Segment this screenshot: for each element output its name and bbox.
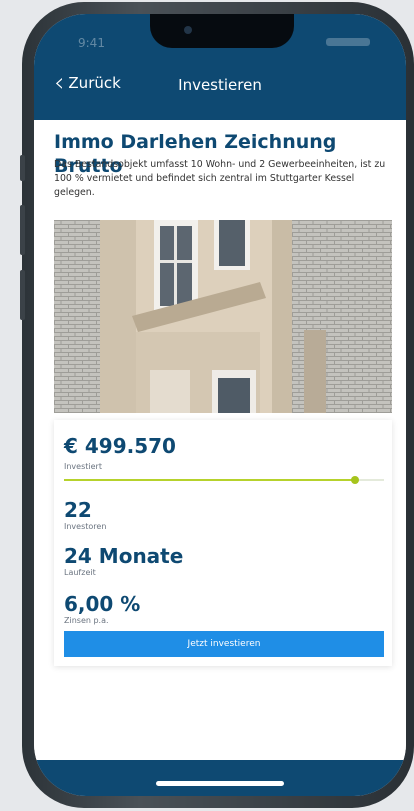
home-indicator[interactable]: [156, 781, 284, 786]
interest-rate: 6,00 %: [64, 592, 141, 616]
invest-now-button[interactable]: Jetzt investieren: [64, 631, 384, 657]
status-time: 9:41: [78, 36, 105, 50]
invested-amount: € 499.570: [64, 434, 176, 458]
mute-switch: [20, 155, 25, 181]
bottom-bar: [34, 760, 406, 796]
investors-count: 22: [64, 498, 92, 522]
duration-value: 24 Monate: [64, 544, 184, 568]
phone-screen: 9:41 ‹ Zurück Investieren Immo Darlehen …: [34, 14, 406, 796]
duration-label: Laufzeit: [64, 568, 96, 577]
interest-label: Zinsen p.a.: [64, 616, 109, 625]
investors-label: Investoren: [64, 522, 107, 531]
volume-up-button: [20, 205, 25, 255]
volume-down-button: [20, 270, 25, 320]
project-description: Das Bestandsobjekt umfasst 10 Wohn- und …: [54, 159, 386, 198]
funding-progress-bar: [64, 476, 384, 484]
project-photo: [54, 220, 392, 413]
investment-summary-card: € 499.570 Investiert 22 Investoren 24 Mo…: [54, 420, 392, 666]
header-bar: 9:41 ‹ Zurück Investieren: [34, 14, 406, 120]
invested-label: Investiert: [64, 462, 102, 471]
project-content: Immo Darlehen Zeichnung Brutto Das Besta…: [34, 120, 406, 760]
page-title: Investieren: [178, 76, 262, 94]
funding-progress-fill: [64, 479, 356, 481]
notch: [150, 14, 294, 48]
funding-progress-knob: [351, 476, 360, 484]
camera-icon: [184, 26, 192, 34]
status-icons: [326, 38, 370, 46]
